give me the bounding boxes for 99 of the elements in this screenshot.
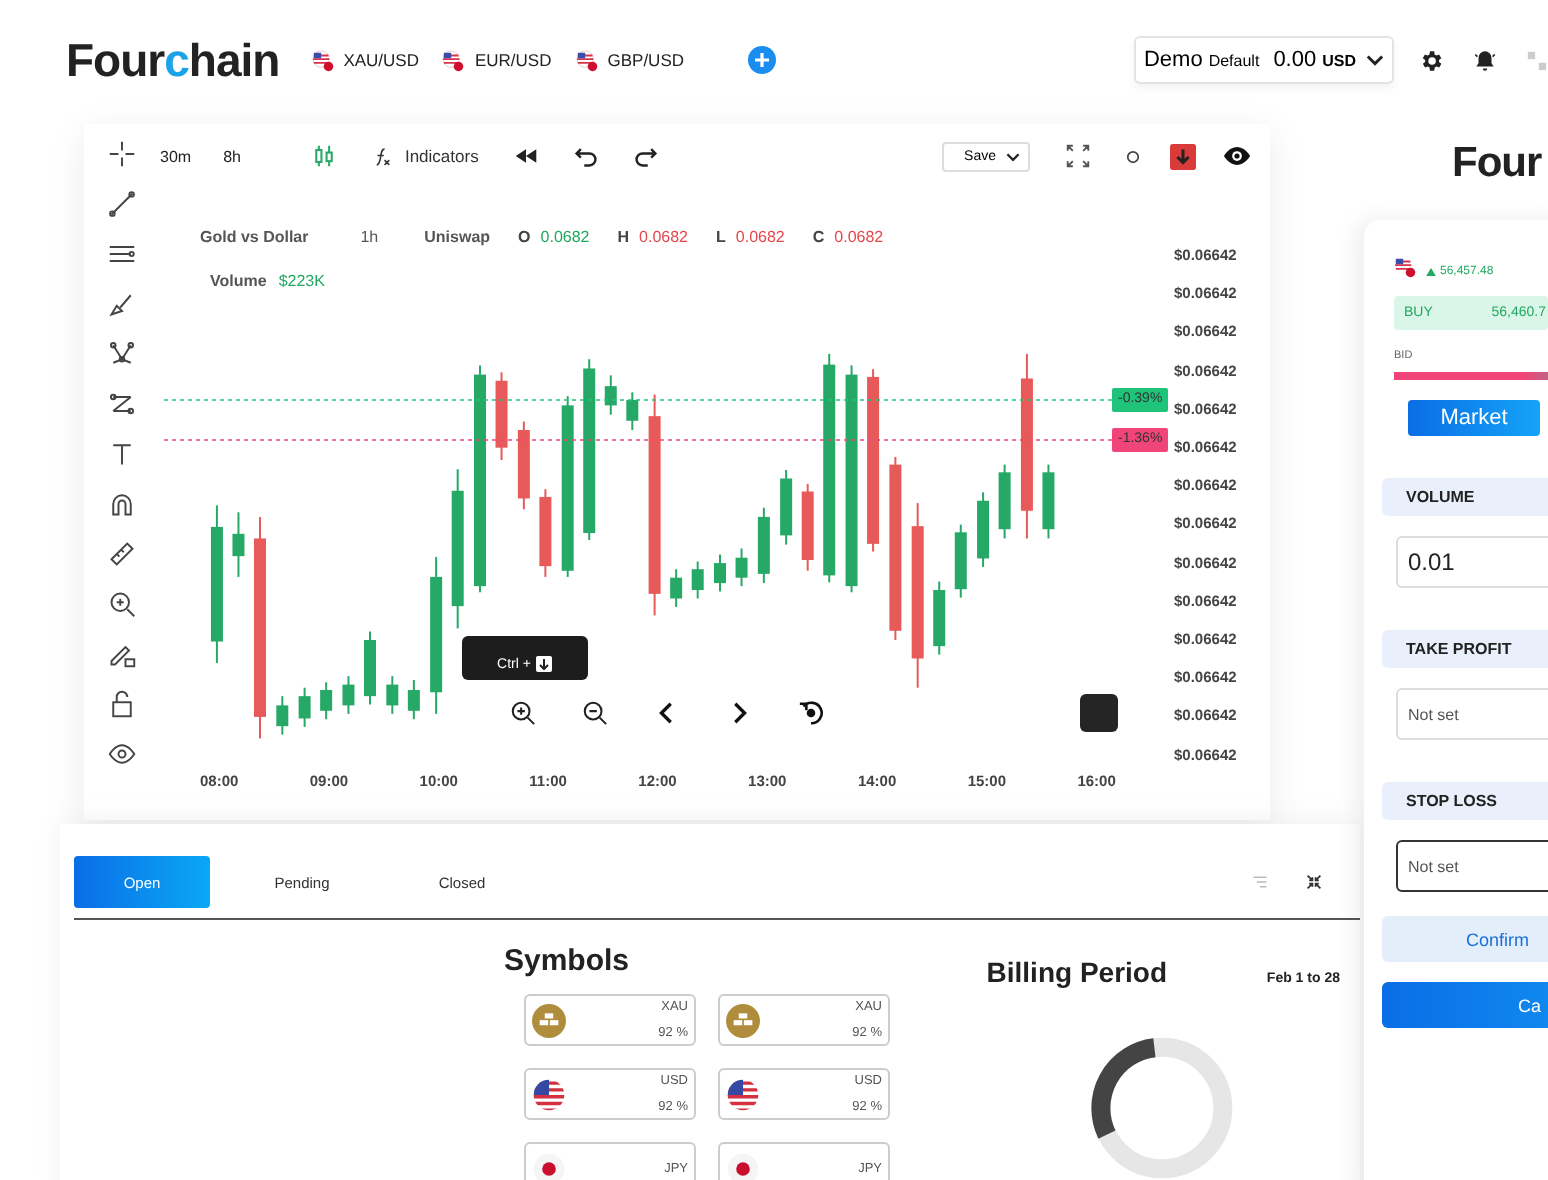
add-icon[interactable] <box>748 46 777 74</box>
ohlc-label: H <box>617 227 630 245</box>
settings-icon[interactable] <box>1418 47 1444 73</box>
flag-icon <box>1394 256 1416 278</box>
function-icon <box>372 145 395 167</box>
candle <box>342 675 355 715</box>
input-field[interactable]: 0.01 <box>1396 536 1548 588</box>
ohlc-value: 0.0682 <box>735 227 785 245</box>
field-header: TAKE PROFIT <box>1382 630 1548 668</box>
candle <box>780 469 793 546</box>
candle <box>801 482 814 572</box>
reset-icon[interactable] <box>798 700 824 726</box>
chevron-down-icon <box>1366 54 1384 66</box>
candle <box>276 695 289 736</box>
ohlc-label: C <box>812 227 825 245</box>
submit-button[interactable]: Ca <box>1382 982 1548 1028</box>
arrow-up-icon <box>1426 268 1436 276</box>
crosshair-tool-icon[interactable] <box>108 140 136 168</box>
undo-icon[interactable] <box>574 144 599 168</box>
parallel-lines-tool-icon[interactable] <box>108 240 136 268</box>
magnet-tool-icon[interactable] <box>108 490 136 518</box>
confirm-button[interactable]: Confirm <box>1382 916 1548 962</box>
ohlc-value: 0.0682 <box>639 227 688 245</box>
section-title: Symbols <box>504 944 632 978</box>
candle <box>998 463 1011 540</box>
section-title: Billing Period <box>986 956 1168 988</box>
exchange-label: Uniswap <box>424 227 491 245</box>
logo: Fourchain <box>66 33 280 87</box>
account-selector[interactable]: Demo Default 0.00 USD <box>1133 36 1394 84</box>
flag-icon <box>442 49 465 71</box>
interval-button[interactable]: 8h <box>223 147 241 165</box>
lock-tool-icon[interactable] <box>108 690 136 718</box>
ohlc-label: L <box>716 227 726 245</box>
candle <box>517 420 530 511</box>
symbol-name: Gold vs Dollar <box>200 227 309 245</box>
logo: Four <box>1452 140 1542 188</box>
candle <box>626 391 639 431</box>
currency-pair-tab[interactable]: GBP/USD <box>607 50 685 70</box>
ingot-icon <box>726 1003 760 1037</box>
pencil-lock-tool-icon[interactable] <box>108 640 136 668</box>
nodes-tool-icon[interactable] <box>108 340 136 368</box>
flag-icon <box>726 1077 760 1111</box>
candle <box>539 488 552 578</box>
indicators-button[interactable]: Indicators <box>372 145 479 167</box>
field-header: STOP LOSS <box>1382 782 1548 820</box>
input-field[interactable]: Not set <box>1396 840 1548 892</box>
flag-icon <box>311 49 334 71</box>
flag-icon <box>575 49 598 71</box>
interval-button[interactable]: 30m <box>160 147 192 165</box>
path-tool-icon[interactable] <box>108 390 136 418</box>
candle <box>407 679 420 721</box>
zoom-tool-icon[interactable] <box>108 590 136 618</box>
volume-value: $223K <box>278 271 325 289</box>
volume-label: Volume <box>210 271 267 289</box>
field-header: VOLUME <box>1382 478 1548 516</box>
arrow-down-key-icon <box>536 656 553 672</box>
candle <box>604 374 617 416</box>
fullscreen-icon[interactable] <box>1066 144 1090 168</box>
market-button[interactable]: Market <box>1408 400 1540 436</box>
zoom-in-icon[interactable] <box>510 700 536 726</box>
candle <box>232 511 245 578</box>
ingot-icon <box>532 1003 566 1037</box>
download-icon[interactable] <box>1170 143 1196 169</box>
candle <box>757 506 770 585</box>
zoom-out-icon[interactable] <box>582 700 608 726</box>
candle <box>670 568 683 608</box>
candle <box>691 560 704 600</box>
bell-icon[interactable] <box>1472 47 1498 73</box>
candle <box>977 491 990 568</box>
candlestick-icon[interactable] <box>312 144 337 168</box>
currency-pair-tab[interactable]: EUR/USD <box>474 50 552 70</box>
eye-tool-icon[interactable] <box>108 740 136 768</box>
candle <box>298 686 311 728</box>
candle <box>495 371 508 461</box>
candle <box>1042 463 1055 540</box>
chevron-down-icon <box>1006 151 1020 161</box>
candle <box>364 630 376 706</box>
text-tool-icon[interactable] <box>108 440 136 468</box>
rewind-icon[interactable] <box>514 144 539 168</box>
flag-icon <box>532 1077 566 1111</box>
interval-label: 1h <box>360 227 379 245</box>
candle <box>386 675 399 715</box>
ohlc-label: O <box>518 227 531 245</box>
line-tool-icon[interactable] <box>108 190 136 218</box>
ohlc-value: 0.0682 <box>540 227 590 245</box>
candle <box>714 553 726 593</box>
circle-icon[interactable] <box>1126 149 1140 163</box>
candle <box>933 580 946 656</box>
candle <box>320 681 333 721</box>
brush-tool-icon[interactable] <box>108 290 136 318</box>
candle <box>954 523 967 599</box>
collapse-icon[interactable] <box>1306 874 1322 890</box>
candle <box>735 547 748 588</box>
redo-icon[interactable] <box>634 144 659 168</box>
currency-pair-tab[interactable]: XAU/USD <box>343 50 419 70</box>
ruler-tool-icon[interactable] <box>108 540 136 568</box>
eye-icon[interactable] <box>1224 144 1250 168</box>
ohlc-value: 0.0682 <box>834 227 884 245</box>
square-button[interactable] <box>1080 694 1118 732</box>
